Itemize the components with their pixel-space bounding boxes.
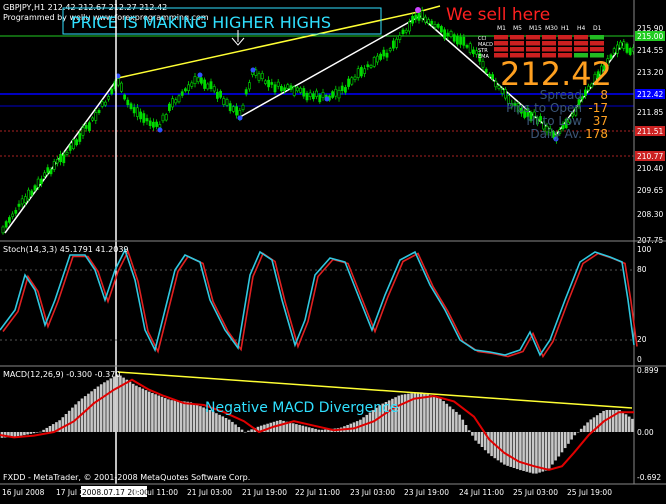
- stochastic-panel[interactable]: Stoch(14,3,3) 45.1791 41.2039 100 80 20 0: [0, 240, 666, 364]
- signal-cell: [510, 47, 524, 52]
- stat-label: Hi to Low: [526, 114, 582, 128]
- stoch-axis-ticks: 100 80 20 0: [637, 245, 652, 364]
- timeframe-label: M30: [545, 25, 558, 32]
- macd-panel[interactable]: MACD(12,26,9) -0.300 -0.370 Negative MAC…: [0, 365, 666, 482]
- signal-cell: [542, 47, 556, 52]
- time-axis-label: 16 Jul 2008: [2, 488, 45, 497]
- time-axis: 16 Jul 2008 17 Jul 20082008.07.17 20:0018…: [0, 483, 666, 497]
- time-axis-label: 21 Jul 03:00: [187, 488, 232, 497]
- fractal-marker: [324, 96, 330, 102]
- timeframe-label: H1: [561, 25, 570, 32]
- fractal-marker: [237, 115, 243, 121]
- signal-cell: [526, 41, 540, 46]
- stoch-header: Stoch(14,3,3) 45.1791 41.2039: [3, 245, 129, 254]
- time-axis-label: 25 Jul 03:00: [513, 488, 558, 497]
- signal-cell: [526, 47, 540, 52]
- signal-cell: [510, 41, 524, 46]
- price-line-label: 211.51: [637, 127, 663, 136]
- stat-label: Pips to Open: [506, 101, 582, 115]
- stoch-tick-label: 100: [637, 245, 652, 254]
- signal-cell: [558, 41, 572, 46]
- signal-cell: [574, 41, 588, 46]
- signal-cell: [574, 35, 588, 40]
- sell-annotation[interactable]: We sell here: [446, 5, 550, 25]
- price-tick-label: 208.30: [637, 210, 663, 219]
- timeframe-label: M1: [497, 25, 506, 32]
- price-line-label: 210.77: [637, 152, 663, 161]
- stat-value: 178: [585, 127, 608, 141]
- fractal-marker: [157, 127, 163, 133]
- time-axis-label: 23 Jul 03:00: [350, 488, 395, 497]
- stat-value: -17: [588, 101, 608, 115]
- signal-cell: [590, 47, 604, 52]
- stat-value: 8: [600, 88, 608, 102]
- title-annotation[interactable]: PRICE IS MAKING HIGHER HIGHS: [71, 13, 331, 32]
- signal-cell: [558, 35, 572, 40]
- signal-cell: [510, 35, 524, 40]
- macd-histogram: [0, 374, 634, 474]
- price-tick-label: 211.85: [637, 108, 663, 117]
- signal-cell: [494, 41, 508, 46]
- signal-row-label: EMA: [478, 54, 489, 60]
- signal-cell: [494, 35, 508, 40]
- timeframe-label: D1: [593, 25, 602, 32]
- signal-cell: [526, 35, 540, 40]
- fractal-marker-top: [415, 7, 421, 13]
- price-line-label: 212.42: [637, 90, 663, 99]
- fractal-marker: [197, 72, 203, 78]
- timeframe-label: H4: [577, 25, 586, 32]
- footer-copyright: FXDD - MetaTrader, © 2001-2008 MetaQuote…: [3, 473, 250, 482]
- stat-label: Daily Av.: [530, 127, 582, 141]
- stoch-tick-label: 80: [637, 265, 647, 274]
- macd-tick-label: 0.00: [637, 428, 654, 437]
- time-axis-label: 22 Jul 11:00: [295, 488, 340, 497]
- signal-cell: [542, 41, 556, 46]
- signal-cell: [574, 47, 588, 52]
- timeframe-label: M5: [513, 25, 522, 32]
- metatrader-chart-window[interactable]: GBPJPY,H1 212.42 212.67 212.27 212.42 Pr…: [0, 0, 666, 500]
- macd-axis-ticks: 0.899 0.00 -0.692: [637, 366, 661, 482]
- stat-label: Spread: [540, 88, 582, 102]
- stat-value: 37: [593, 114, 608, 128]
- stoch-tick-label: 20: [637, 335, 647, 344]
- time-axis-label: 24 Jul 11:00: [459, 488, 504, 497]
- macd-header: MACD(12,26,9) -0.300 -0.370: [3, 370, 120, 379]
- signal-cell: [590, 41, 604, 46]
- price-tick-label: 209.65: [637, 186, 663, 195]
- time-axis-label: 21 Jul 19:00: [242, 488, 287, 497]
- price-tick-label: 214.55: [637, 46, 663, 55]
- stoch-tick-label: 0: [637, 355, 642, 364]
- time-axis-label: 25 Jul 19:00: [567, 488, 612, 497]
- signal-cell: [494, 47, 508, 52]
- macd-tick-label: 0.899: [637, 366, 659, 375]
- price-tick-label: 213.20: [637, 68, 663, 77]
- fractal-marker: [250, 67, 256, 73]
- chart-canvas[interactable]: GBPJPY,H1 212.42 212.67 212.27 212.42 Pr…: [0, 0, 666, 500]
- stoch-signal-line: [2, 249, 638, 359]
- price-line-label: 215.00: [637, 32, 663, 41]
- signal-cell: [590, 35, 604, 40]
- timeframe-label: M15: [529, 25, 542, 32]
- price-tick-label: 210.40: [637, 164, 663, 173]
- signal-cell: [558, 47, 572, 52]
- time-axis-label: 18 Jul 11:00: [133, 488, 178, 497]
- signal-cell: [542, 35, 556, 40]
- price-panel[interactable]: GBPJPY,H1 212.42 212.67 212.27 212.42 Pr…: [0, 0, 666, 245]
- macd-tick-label: -0.692: [637, 473, 661, 482]
- time-axis-label: 23 Jul 19:00: [404, 488, 449, 497]
- macd-divergence-annotation[interactable]: Negative MACD Divergence: [205, 400, 398, 416]
